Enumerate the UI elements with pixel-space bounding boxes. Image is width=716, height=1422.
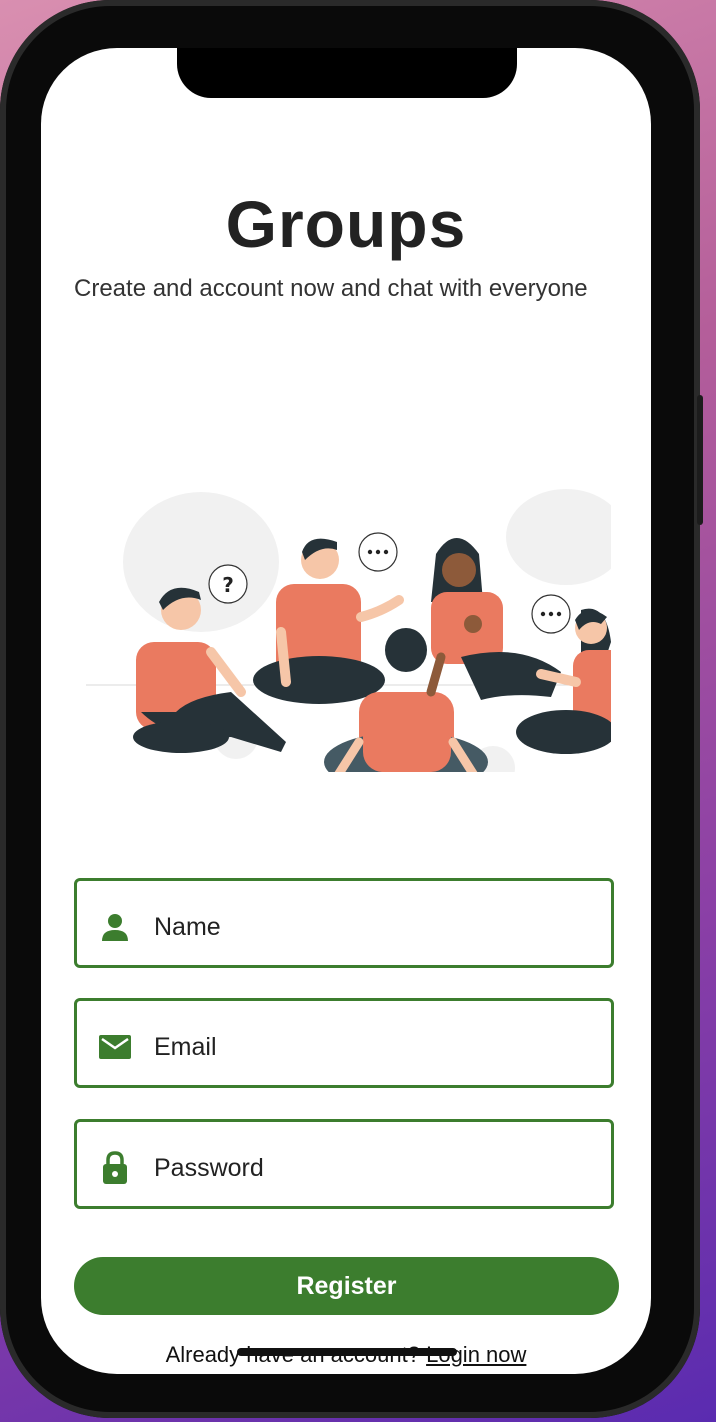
app-screen: Groups Create and account now and chat w… bbox=[41, 48, 651, 1374]
email-input[interactable] bbox=[152, 1019, 596, 1075]
chat-bubble-icon bbox=[531, 594, 571, 634]
notch bbox=[177, 48, 517, 98]
chat-bubble-icon bbox=[358, 532, 398, 572]
envelope-icon bbox=[99, 1035, 131, 1059]
home-indicator[interactable] bbox=[237, 1348, 457, 1356]
people-sitting-chatting-illustration: ? bbox=[86, 489, 611, 772]
side-button bbox=[697, 395, 703, 525]
lock-icon bbox=[103, 1151, 127, 1184]
person-icon bbox=[102, 914, 128, 941]
password-input[interactable] bbox=[152, 1140, 596, 1196]
page-subtitle: Create and account now and chat with eve… bbox=[74, 275, 588, 302]
register-button[interactable]: Register bbox=[74, 1257, 619, 1315]
svg-text:?: ? bbox=[222, 573, 234, 597]
name-field[interactable] bbox=[74, 878, 614, 968]
name-input[interactable] bbox=[152, 899, 596, 955]
email-field[interactable] bbox=[74, 998, 614, 1088]
page-title: Groups bbox=[225, 187, 467, 261]
password-field[interactable] bbox=[74, 1119, 614, 1209]
question-bubble-icon: ? bbox=[208, 564, 248, 604]
